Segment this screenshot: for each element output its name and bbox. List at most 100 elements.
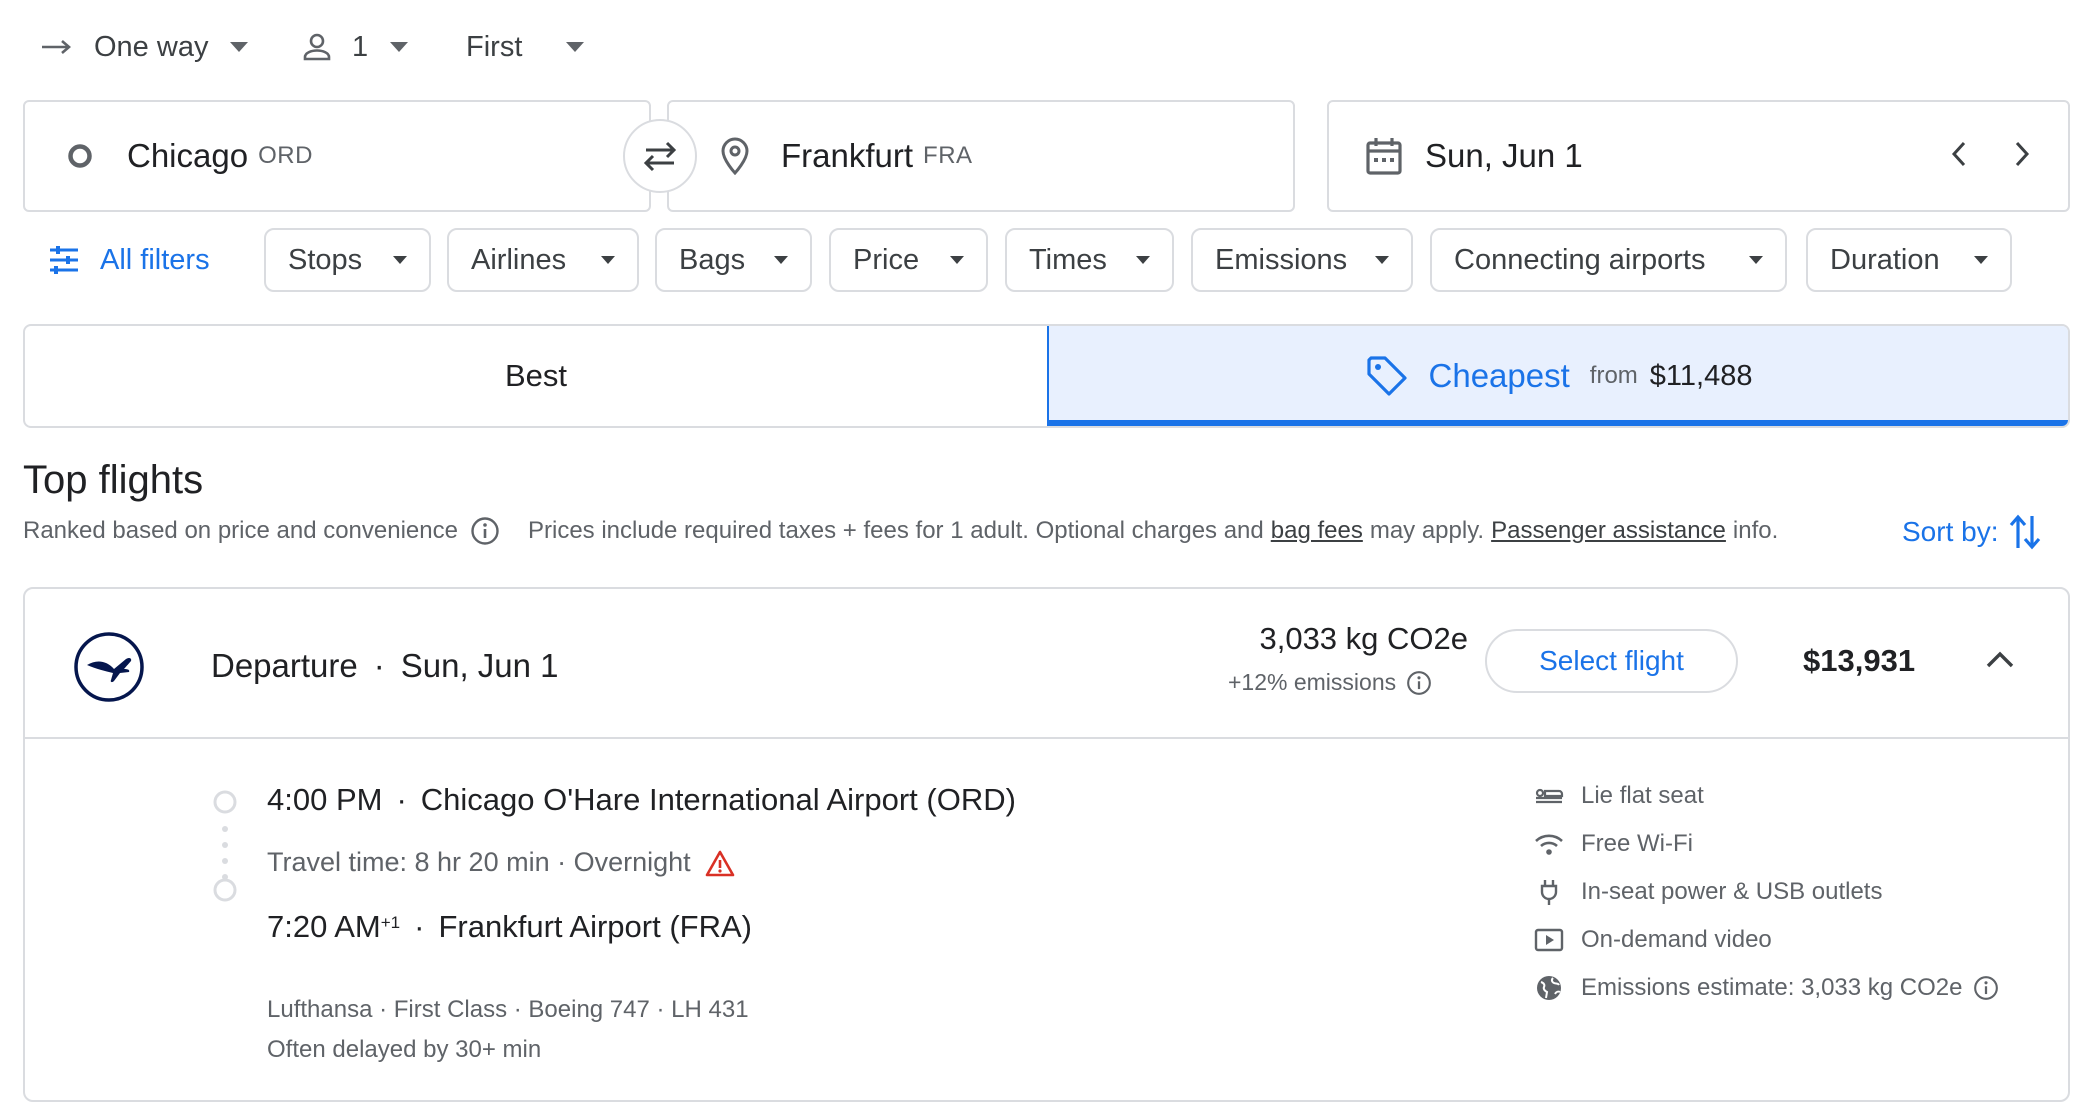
sort-by-button[interactable]: Sort by: [1902,512,2042,552]
travel-time-row: Travel time: 8 hr 20 min · Overnight [267,847,735,878]
destination-field[interactable]: Frankfurt FRA [667,100,1295,212]
tab-cheapest-price: $11,488 [1649,359,1753,392]
tab-cheapest[interactable]: Cheapest from $11,488 [1047,326,2068,426]
bag-fees-link[interactable]: bag fees [1271,517,1363,545]
chevron-down-icon [566,42,585,52]
filter-connecting-airports-label: Connecting airports [1454,243,1706,276]
amenity-power: In-seat power & USB outlets [1533,874,1882,910]
wifi-icon [1533,832,1565,856]
power-plug-icon [1533,878,1565,906]
emissions-delta: +12% emissions [1228,669,1432,696]
arrival-day-offset: +1 [380,913,401,932]
origin-field[interactable]: Chicago ORD [23,100,651,212]
info-icon[interactable] [1973,975,1999,1001]
flight-price: $13,931 [1803,643,1916,678]
info-icon[interactable] [470,516,500,546]
all-filters-label: All filters [100,243,210,276]
prices-text-1: Prices include required taxes + fees for… [527,517,1264,544]
cabin-class-select[interactable]: First [466,22,585,72]
emissions-value: 3,033 kg CO2e [1259,621,1468,656]
amenity-wifi: Free Wi-Fi [1533,826,1693,862]
chevron-left-icon [1951,141,1966,167]
filter-emissions-label: Emissions [1215,243,1348,276]
flight-date: Sun, Jun 1 [400,647,559,684]
sort-arrows-icon [2008,512,2042,552]
tab-cheapest-from: from [1589,362,1638,389]
chevron-down-icon [1375,256,1389,264]
chevron-right-icon [2015,141,2030,167]
delay-note: Often delayed by 30+ min [267,1036,542,1063]
filter-price[interactable]: Price [829,228,988,292]
warning-icon [705,849,735,877]
collapse-button[interactable] [1985,649,2015,669]
flight-details: Lufthansa · First Class · Boeing 747 · L… [267,996,749,1023]
filter-emissions[interactable]: Emissions [1191,228,1413,292]
chevron-down-icon [390,42,409,52]
card-divider [25,737,2068,739]
chevron-down-icon [950,256,964,264]
separator-dot: · [396,782,407,817]
location-pin-icon [721,137,749,175]
passenger-assistance-link[interactable]: Passenger assistance [1491,517,1726,545]
chevron-down-icon [393,256,407,264]
lufthansa-logo-icon [73,631,145,703]
trip-type-label: One way [94,30,209,63]
next-date-button[interactable] [2012,138,2032,170]
select-flight-label: Select flight [1539,645,1684,676]
previous-date-button[interactable] [1949,138,1969,170]
results-heading: Top flights [23,458,204,502]
person-icon [302,32,332,62]
filter-price-label: Price [853,243,920,276]
filter-duration[interactable]: Duration [1806,228,2012,292]
amenity-lie-flat: Lie flat seat [1533,778,1704,814]
select-flight-button[interactable]: Select flight [1485,629,1738,693]
globe-icon [1533,974,1565,1002]
filter-stops[interactable]: Stops [264,228,431,292]
tab-best[interactable]: Best [25,326,1047,426]
sort-tabs: Best Cheapest from $11,488 [23,324,2070,428]
video-icon [1533,928,1565,952]
info-icon[interactable] [1406,670,1432,696]
departure-row: 4:00 PM · Chicago O'Hare International A… [267,782,1016,818]
destination-city: Frankfurt [781,137,914,174]
filter-bags-label: Bags [679,243,746,276]
arrival-time: 7:20 AM [267,909,381,944]
passenger-count-select[interactable]: 1 [302,22,409,72]
tab-cheapest-label: Cheapest [1428,357,1570,394]
filter-airlines-label: Airlines [471,243,567,276]
departure-time: 4:00 PM [267,782,383,817]
trip-type-select[interactable]: One way [40,22,249,72]
emissions-delta-label: +12% emissions [1228,669,1397,695]
chevron-down-icon [230,42,249,52]
origin-code: ORD [258,142,313,169]
tab-best-label: Best [504,358,568,393]
chevron-down-icon [1136,256,1150,264]
filter-stops-label: Stops [288,243,363,276]
tune-sliders-icon [48,245,80,275]
sort-by-label: Sort by: [1902,516,1999,547]
arrival-airport: Frankfurt Airport (FRA) [438,909,752,944]
filter-bags[interactable]: Bags [655,228,812,292]
results-info-line: Ranked based on price and convenience Pr… [23,516,1778,546]
prices-text-2: may apply. [1369,517,1485,544]
filter-connecting-airports[interactable]: Connecting airports [1430,228,1787,292]
flight-header-title: Departure · Sun, Jun 1 [211,647,559,685]
chevron-down-icon [1749,256,1763,264]
arrow-right-icon [40,37,74,57]
all-filters-button[interactable]: All filters [48,232,210,288]
swap-arrows-icon [640,139,680,173]
amenity-video: On-demand video [1533,922,1772,958]
chevron-down-icon [1974,256,1988,264]
amenity-label: Emissions estimate: 3,033 kg CO2e [1581,974,1963,1001]
swap-locations-button[interactable] [623,119,697,193]
arrival-row: 7:20 AM +1 · Frankfurt Airport (FRA) [267,909,752,945]
amenity-emissions: Emissions estimate: 3,033 kg CO2e [1533,970,1999,1006]
departure-date-field[interactable]: Sun, Jun 1 [1327,100,2070,212]
timeline [210,789,240,939]
filter-times[interactable]: Times [1005,228,1174,292]
chevron-down-icon [774,256,788,264]
filter-airlines[interactable]: Airlines [447,228,639,292]
origin-city: Chicago [127,137,249,174]
departure-airport: Chicago O'Hare International Airport (OR… [420,782,1016,817]
departure-label: Departure [211,647,358,684]
